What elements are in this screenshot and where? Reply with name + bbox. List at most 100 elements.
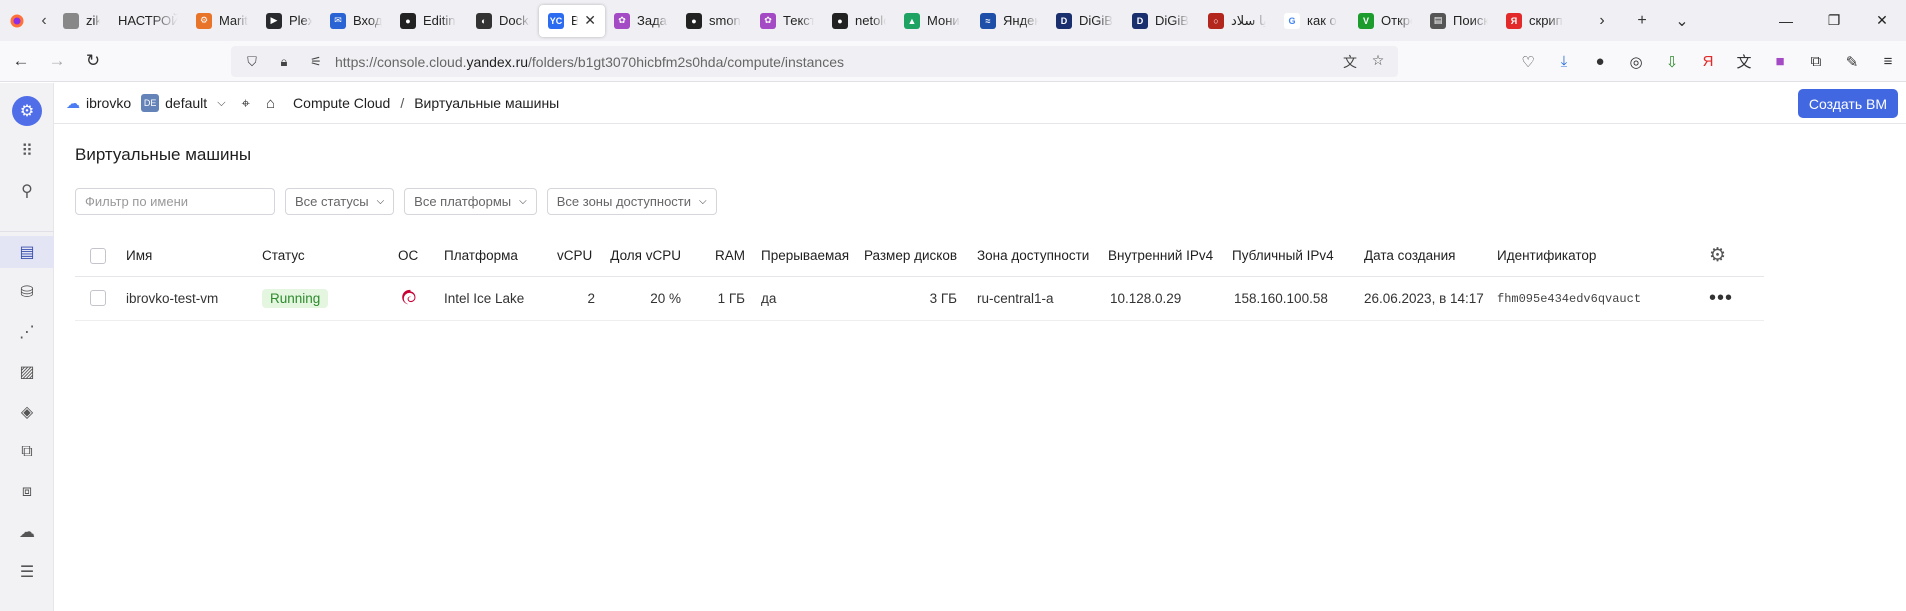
breadcrumb-service[interactable]: Compute Cloud — [293, 95, 390, 111]
select-all-checkbox[interactable] — [90, 247, 106, 264]
header-status[interactable]: Статус — [258, 236, 398, 277]
browser-tab[interactable]: zik U — [54, 5, 109, 37]
service-map-icon[interactable]: ⌖ — [242, 95, 250, 112]
header-platform[interactable]: Платформа — [444, 236, 557, 277]
table-row[interactable]: ibrovko-test-vm Running Intel Ice Lake 2 20 … — [75, 276, 1764, 321]
menu-icon[interactable]: ≡ — [1870, 53, 1906, 70]
forward-icon[interactable]: → — [42, 51, 72, 71]
header-os[interactable]: ОС — [398, 236, 444, 277]
extension-icon[interactable]: ◎ — [1618, 53, 1654, 71]
lock-icon[interactable]: 🔒︎ — [273, 54, 295, 70]
zone-select[interactable]: Все зоны доступности ⌵ — [546, 188, 717, 215]
browser-tab[interactable]: D DiGiB — [1123, 5, 1199, 37]
disks-icon[interactable]: ⛁ — [0, 276, 54, 308]
tab-scroll-left-icon[interactable]: ‹ — [34, 12, 54, 30]
header-disk-size[interactable]: Размер дисков — [853, 236, 965, 277]
chevron-down-icon[interactable]: ⌵ — [217, 97, 225, 110]
browser-tab[interactable]: ● netolo — [823, 5, 895, 37]
row-checkbox[interactable] — [90, 290, 106, 306]
browser-tab[interactable]: Gкак о — [1275, 5, 1349, 37]
tab-active[interactable]: YC Вир ✕ — [539, 4, 605, 37]
tab-scroll-right-icon[interactable]: › — [1582, 12, 1622, 30]
header-public-ip[interactable]: Публичный IPv4 — [1232, 236, 1364, 277]
network-icon[interactable]: ⋰ — [0, 316, 54, 348]
pocket-icon[interactable]: ♡ — [1510, 53, 1546, 71]
name-filter-input[interactable]: Фильтр по имени — [75, 188, 275, 215]
placement-groups-icon[interactable]: ☁ — [0, 516, 54, 548]
url-bar[interactable]: ⛉ 🔒︎ ⚟ https://console.cloud.yandex.ru/f… — [231, 46, 1398, 77]
extension-color-icon[interactable]: ■ — [1762, 53, 1798, 70]
browser-tab[interactable]: ○ یا سلاد — [1199, 5, 1275, 37]
close-tab-icon[interactable]: ✕ — [584, 12, 596, 29]
new-tab-icon[interactable]: + — [1622, 12, 1662, 30]
browser-tab[interactable]: ◐ Docke — [467, 5, 539, 37]
create-vm-button[interactable]: Создать ВМ — [1797, 89, 1898, 118]
header-name[interactable]: Имя — [126, 236, 258, 277]
minimize-icon[interactable]: — — [1762, 13, 1810, 29]
info-icon[interactable]: ● — [1582, 53, 1618, 70]
header-zone[interactable]: Зона доступности — [965, 236, 1108, 277]
header-preemptible[interactable]: Прерываемая — [753, 236, 853, 277]
browser-tab[interactable]: ⚙ Mariti — [187, 5, 257, 37]
reload-icon[interactable]: ↻ — [78, 51, 108, 71]
vm-internal-ip[interactable]: 10.128.0.29 — [1108, 276, 1232, 321]
browser-tab[interactable]: V Откро — [1349, 5, 1421, 37]
header-core-fraction[interactable]: Доля vCPU — [609, 236, 689, 277]
services-grid-icon[interactable]: ⠿ — [0, 135, 54, 167]
table-settings-gear-icon[interactable]: ⚙ — [1709, 245, 1726, 266]
search-icon[interactable]: ⚲ — [0, 175, 54, 207]
browser-tab[interactable]: D DiGiB — [1047, 5, 1123, 37]
browser-tab[interactable]: НАСТРОЙ — [109, 5, 187, 37]
browser-tab[interactable]: ▤ Поиск — [1421, 5, 1497, 37]
firefox-icon[interactable] — [0, 14, 34, 28]
header-internal-ip[interactable]: Внутренний IPv4 — [1108, 236, 1232, 277]
browser-tab[interactable]: Яскрип — [1497, 5, 1573, 37]
tab-label: netolo — [855, 13, 886, 28]
browser-tab[interactable]: ▶ Plex — [257, 5, 321, 37]
yandex-icon[interactable]: Я — [1690, 53, 1726, 70]
url-text[interactable]: https://console.cloud.yandex.ru/folders/… — [335, 54, 844, 70]
restore-icon[interactable]: ❐ — [1810, 12, 1858, 29]
extensions-puzzle-icon[interactable]: ⧉ — [1798, 53, 1834, 70]
browser-tab[interactable]: ✿ Текст — [751, 5, 823, 37]
shield-icon[interactable]: ⛉ — [241, 54, 263, 70]
tab-label: как о — [1307, 13, 1337, 28]
folder-name[interactable]: default — [165, 95, 207, 111]
console-logo-icon[interactable]: ⚙ — [0, 95, 54, 127]
platform-select[interactable]: Все платформы ⌵ — [404, 188, 537, 215]
extension-download-icon[interactable]: ⇩ — [1654, 53, 1690, 71]
vm-public-ip[interactable]: 158.160.100.58 — [1232, 276, 1364, 321]
browser-tab[interactable]: ▲ Мони — [895, 5, 971, 37]
list-all-tabs-icon[interactable]: ⌄ — [1662, 11, 1702, 31]
layers-icon[interactable]: ◈ — [0, 396, 54, 428]
translate-icon[interactable]: 文 — [1336, 52, 1364, 72]
browser-tab[interactable]: ● Editin — [391, 5, 467, 37]
header-id[interactable]: Идентификатор — [1497, 236, 1709, 277]
extension-pen-icon[interactable]: ✎ — [1834, 53, 1870, 71]
home-icon[interactable]: ⌂ — [266, 95, 275, 112]
header-vcpu[interactable]: vCPU — [557, 236, 609, 277]
status-select[interactable]: Все статусы ⌵ — [285, 188, 395, 215]
row-actions-menu-icon[interactable]: ••• — [1709, 287, 1733, 309]
browser-tab[interactable]: ≈ Яндек — [971, 5, 1047, 37]
browser-tab[interactable]: ● smon — [677, 5, 751, 37]
close-window-icon[interactable]: ✕ — [1858, 12, 1906, 29]
snapshots-icon[interactable]: ⧈ — [0, 476, 54, 508]
translate-extension-icon[interactable]: 文 — [1726, 51, 1762, 72]
vm-id[interactable]: fhm095e434edv6qvauct — [1497, 292, 1641, 306]
vm-created: 26.06.2023, в 14:17 — [1364, 276, 1497, 321]
vm-list-icon[interactable]: ▤ — [0, 236, 54, 268]
images-icon[interactable]: ▨ — [0, 356, 54, 388]
permissions-icon[interactable]: ⚟ — [305, 54, 327, 70]
vm-name[interactable]: ibrovko-test-vm — [126, 276, 258, 321]
header-created[interactable]: Дата создания — [1364, 236, 1497, 277]
back-icon[interactable]: ← — [6, 51, 36, 71]
operations-icon[interactable]: ☰ — [0, 556, 54, 588]
instance-groups-icon[interactable]: ⧉ — [0, 436, 54, 468]
bookmark-star-icon[interactable]: ☆ — [1364, 52, 1392, 72]
download-icon[interactable]: ⤓ — [1546, 53, 1582, 70]
browser-tab[interactable]: ✿ Задан — [605, 5, 677, 37]
browser-tab[interactable]: ✉ Входя — [321, 5, 391, 37]
cloud-name[interactable]: ibrovko — [86, 95, 131, 111]
header-ram[interactable]: RAM — [689, 236, 753, 277]
